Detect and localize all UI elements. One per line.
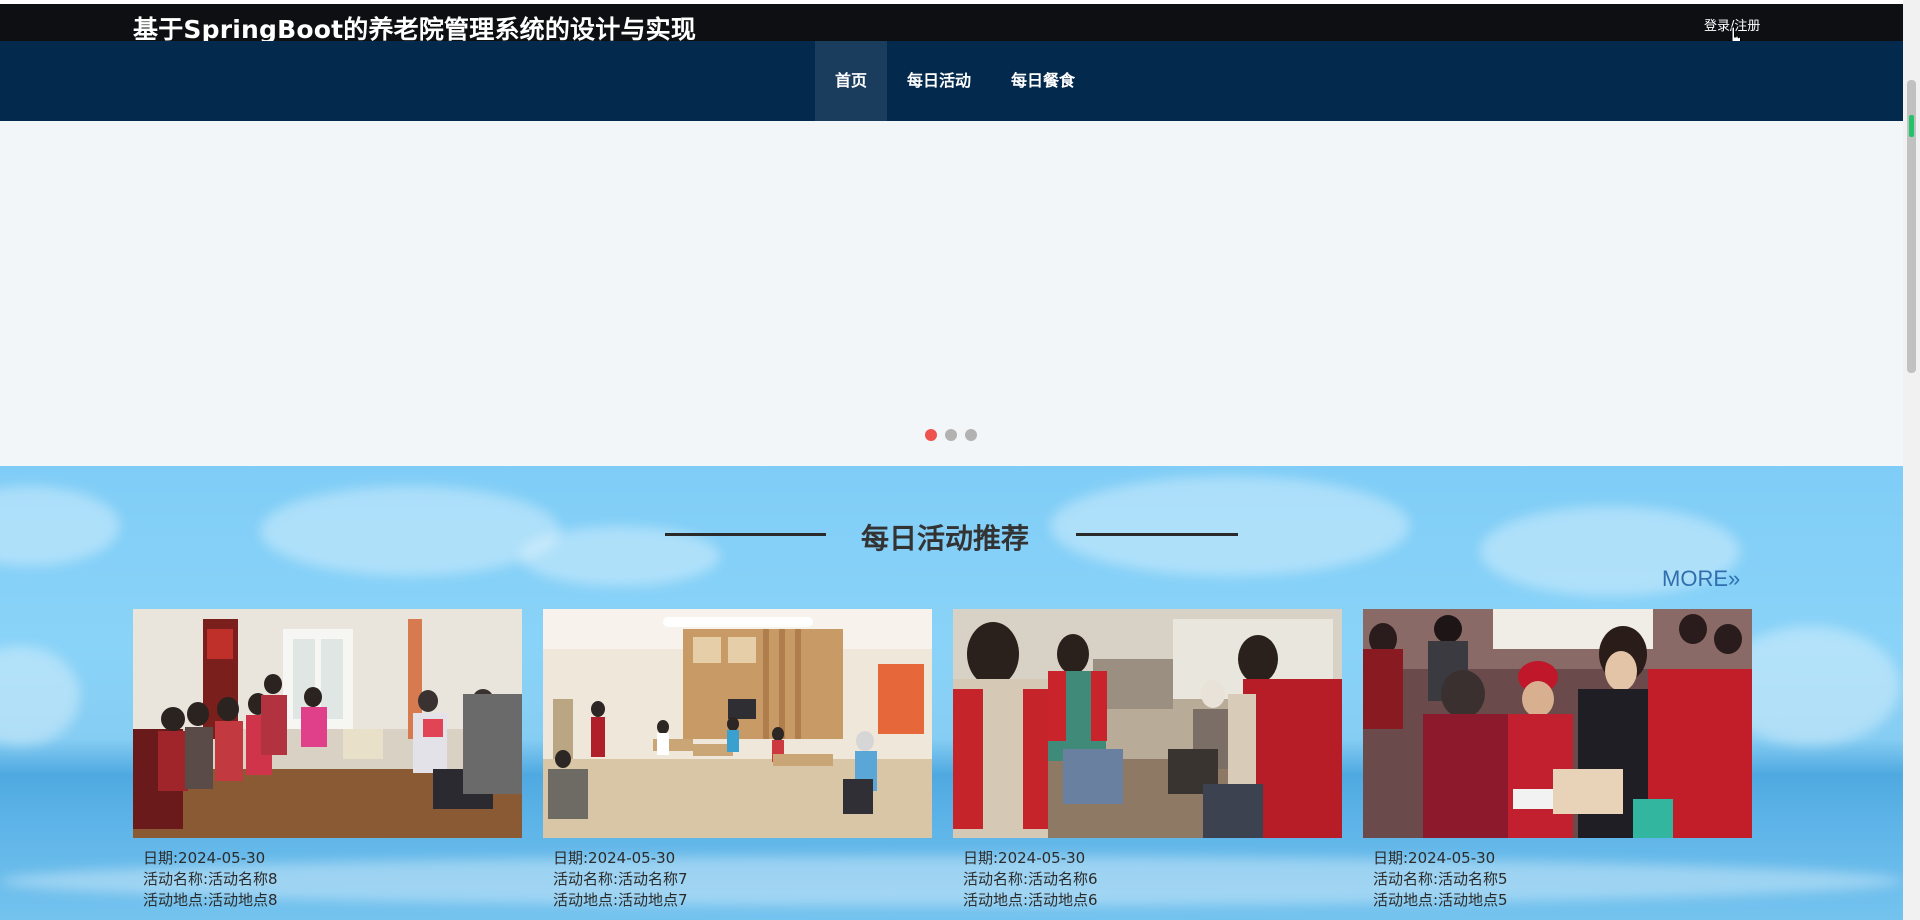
activity-photo-image <box>543 609 932 838</box>
activity-photo <box>1363 609 1752 838</box>
nav-item-2[interactable]: 每日餐食 <box>991 41 1095 121</box>
activity-photo <box>543 609 932 838</box>
activity-name: 活动名称:活动名称6 <box>963 870 1098 888</box>
activity-date: 日期:2024-05-30 <box>963 849 1086 867</box>
nav-list: 首页 每日活动 每日餐食 <box>815 41 1095 121</box>
activity-location: 活动地点:活动地点5 <box>1373 891 1508 909</box>
activity-location: 活动地点:活动地点6 <box>963 891 1098 909</box>
activity-name: 活动名称:活动名称7 <box>553 870 688 888</box>
page: 基于SpringBoot的养老院管理系统的设计与实现 登录/注册 首页 每日活动每… <box>0 0 1903 920</box>
cloud-decoration <box>0 646 80 746</box>
activity-card-list: 日期:2024-05-30 活动名称:活动名称8 活动地点:活动地点8 日期:2… <box>133 609 1752 911</box>
more-link[interactable]: MORE» <box>1662 566 1740 592</box>
cloud-decoration <box>260 486 560 576</box>
activity-photo <box>133 609 522 838</box>
activity-name: 活动名称:活动名称8 <box>143 870 278 888</box>
carousel-dots <box>925 429 977 441</box>
activity-card[interactable]: 日期:2024-05-30 活动名称:活动名称8 活动地点:活动地点8 <box>133 609 522 911</box>
page-scrollbar[interactable] <box>1903 0 1920 920</box>
activity-date: 日期:2024-05-30 <box>1373 849 1496 867</box>
scroll-indicator <box>1909 115 1914 137</box>
activity-date: 日期:2024-05-30 <box>143 849 266 867</box>
nav-item-0[interactable]: 首页 <box>815 41 888 121</box>
carousel-dot[interactable] <box>965 429 977 441</box>
top-bar: 基于SpringBoot的养老院管理系统的设计与实现 登录/注册 <box>0 4 1903 44</box>
main-navbar: 首页 每日活动 每日餐食 <box>0 41 1903 121</box>
cloud-decoration <box>1050 476 1410 576</box>
title-divider-right <box>1076 533 1238 536</box>
activity-info: 日期:2024-05-30 活动名称:活动名称7 活动地点:活动地点7 <box>543 838 932 911</box>
activity-location: 活动地点:活动地点8 <box>143 891 278 909</box>
activity-name: 活动名称:活动名称5 <box>1373 870 1508 888</box>
activity-card[interactable]: 日期:2024-05-30 活动名称:活动名称7 活动地点:活动地点7 <box>543 609 932 911</box>
activity-photo-image <box>1363 609 1752 838</box>
nav-item-1[interactable]: 每日活动 <box>887 41 991 121</box>
activity-info: 日期:2024-05-30 活动名称:活动名称6 活动地点:活动地点6 <box>953 838 1342 911</box>
activity-info: 日期:2024-05-30 活动名称:活动名称8 活动地点:活动地点8 <box>133 838 522 911</box>
title-divider-left <box>665 533 826 536</box>
cloud-decoration <box>0 486 120 566</box>
activity-card[interactable]: 日期:2024-05-30 活动名称:活动名称6 活动地点:活动地点6 <box>953 609 1342 911</box>
carousel-dot[interactable] <box>925 429 937 441</box>
banner-carousel <box>0 121 1903 466</box>
activity-card[interactable]: 日期:2024-05-30 活动名称:活动名称5 活动地点:活动地点5 <box>1363 609 1752 911</box>
carousel-dot[interactable] <box>945 429 957 441</box>
section-title: 每日活动推荐 <box>861 522 1030 555</box>
activity-section: 每日活动推荐 MORE» 日期:2024-05-30 活动名称:活动名称8 活动… <box>0 466 1903 920</box>
activity-photo <box>953 609 1342 838</box>
activity-photo-image <box>133 609 522 838</box>
activity-photo-image <box>953 609 1342 838</box>
activity-date: 日期:2024-05-30 <box>553 849 676 867</box>
activity-location: 活动地点:活动地点7 <box>553 891 688 909</box>
activity-info: 日期:2024-05-30 活动名称:活动名称5 活动地点:活动地点5 <box>1363 838 1752 911</box>
